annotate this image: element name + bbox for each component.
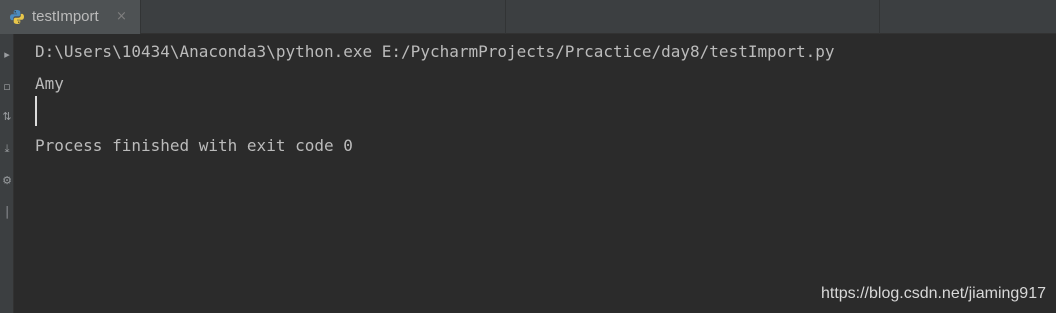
watermark: https://blog.csdn.net/jiaming917 [820,285,1046,302]
run-console-window: testImport × ▸ ▫ ⇅ ⤓ ⚙ │ D:\Users\10434\… [0,0,1056,313]
process-status-line: Process finished with exit code 0 [35,136,353,155]
command-line: D:\Users\10434\Anaconda3\python.exe E:/P… [35,42,835,61]
print-icon[interactable]: ⤓ [1,142,13,156]
tab-label: testImport [32,8,99,25]
text-caret [35,96,37,126]
console-toolbar: ▸ ▫ ⇅ ⤓ ⚙ │ [0,34,14,313]
run-tab-bar: testImport × [0,0,1056,34]
tab-bar-segment [879,0,1056,34]
python-file-icon [10,10,24,24]
tab-bar-segment [140,0,505,34]
rerun-icon[interactable]: ▸ [1,48,13,62]
close-icon[interactable]: │ [1,206,13,220]
output-line: Amy [35,74,64,93]
scroll-to-end-icon[interactable]: ⇅ [1,110,13,124]
settings-icon[interactable]: ⚙ [1,174,13,188]
stop-icon[interactable]: ▫ [1,80,13,94]
close-tab-icon[interactable]: × [116,9,127,24]
run-tab-testimport[interactable]: testImport × [0,0,140,34]
tab-bar-segment [505,0,879,34]
